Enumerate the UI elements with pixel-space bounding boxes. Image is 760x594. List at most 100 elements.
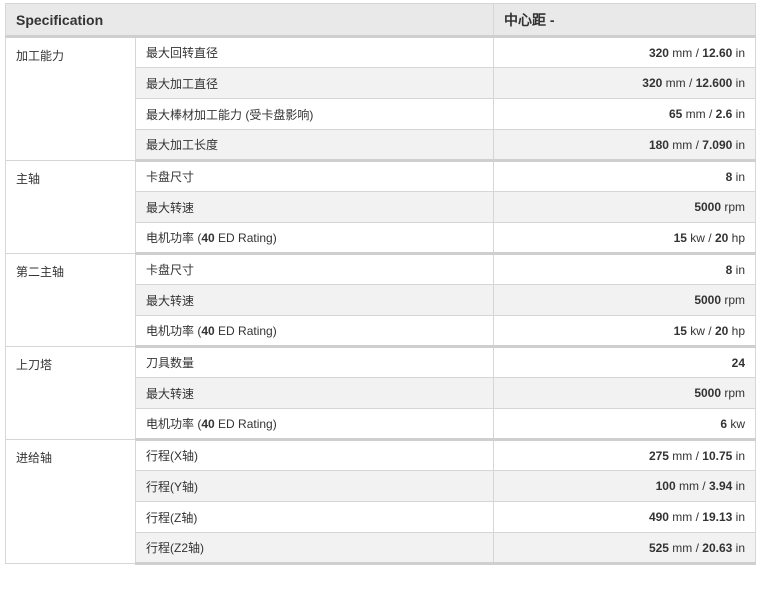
spec-value: 490 mm / 19.13 in [493, 501, 757, 533]
value-unit: mm / [682, 107, 716, 121]
spec-name: 最大转速 [134, 377, 495, 409]
spec-value: 15 kw / 20 hp [493, 315, 757, 348]
spec-name: 最大回转直径 [134, 36, 495, 68]
value-number: 2.6 [715, 107, 733, 121]
table-row: 进给轴 行程(X轴) 275 mm / 10.75 in [5, 439, 757, 564]
spec-name: 电机功率 (40 ED Rating) [134, 222, 495, 255]
spec-name-text: ED Rating) [214, 417, 277, 431]
value-unit: mm / [668, 448, 703, 463]
value-unit: kw [727, 416, 746, 431]
value-unit: kw / [686, 230, 715, 245]
value-unit: kw / [686, 323, 715, 338]
value-number: 275 [648, 448, 669, 463]
spec-value: 8 in [493, 253, 757, 285]
value-number: 7.090 [702, 137, 733, 152]
spec-name: 最大加工直径 [134, 67, 495, 99]
center-distance-header: 中心距 - [493, 3, 757, 38]
spec-name: 最大加工长度 [134, 129, 495, 162]
value-unit: in [732, 540, 746, 555]
value-number: 5000 [694, 293, 722, 307]
value-number: 180 [648, 137, 669, 152]
group-label: 主轴 [5, 160, 136, 254]
value-number: 5000 [694, 200, 722, 214]
spec-value: 180 mm / 7.090 in [493, 129, 757, 162]
value-number: 490 [648, 510, 669, 524]
spec-value: 525 mm / 20.63 in [493, 532, 757, 565]
spec-name: 行程(Z轴) [134, 501, 495, 533]
spec-name-text: ED Rating) [214, 324, 277, 338]
value-number: 12.60 [702, 45, 733, 60]
spec-name: 电机功率 (40 ED Rating) [134, 315, 495, 348]
value-unit: mm / [675, 479, 709, 493]
specification-table: Specification 中心距 - 加工能力 最大回转直径 320 mm / 1… [4, 3, 757, 565]
value-unit: hp [728, 323, 746, 338]
spec-name-number: 40 [201, 231, 215, 245]
spec-name-text: 电机功率 ( [146, 417, 202, 431]
spec-name-text: 电机功率 ( [146, 324, 202, 338]
spec-body: 加工能力 最大回转直径 320 mm / 12.60 in 最大加工直径 320 mm … [5, 36, 757, 565]
spec-header: Specification [4, 3, 495, 38]
spec-value: 65 mm / 2.6 in [493, 98, 757, 130]
group-label: 上刀塔 [5, 346, 136, 440]
value-unit: mm / [668, 540, 703, 555]
value-number: 20 [714, 230, 729, 245]
value-number: 100 [655, 479, 676, 493]
value-number: 5000 [694, 386, 722, 400]
spec-value: 320 mm / 12.60 in [493, 36, 757, 68]
value-number: 525 [648, 540, 669, 555]
value-unit: hp [728, 230, 746, 245]
value-unit: mm / [668, 137, 703, 152]
value-number: 6 [720, 416, 728, 431]
value-unit: in [732, 262, 746, 277]
value-unit: in [732, 510, 746, 524]
value-number: 19.13 [702, 510, 733, 524]
value-unit: in [732, 448, 746, 463]
value-number: 20.63 [702, 540, 733, 555]
spec-name-number: 40 [201, 417, 215, 431]
spec-name: 最大棒材加工能力 (受卡盘影响) [134, 98, 495, 130]
spec-value: 5000 rpm [493, 191, 757, 223]
value-unit: in [732, 76, 746, 90]
value-unit: mm / [668, 510, 703, 524]
spec-name: 最大转速 [134, 191, 495, 223]
spec-value: 5000 rpm [493, 377, 757, 409]
value-number: 10.75 [702, 448, 733, 463]
value-unit: in [732, 479, 746, 493]
spec-value: 15 kw / 20 hp [493, 222, 757, 255]
value-unit: rpm [721, 293, 746, 307]
group-label: 进给轴 [5, 439, 136, 564]
value-unit: in [732, 107, 746, 121]
spec-value: 6 kw [493, 408, 757, 441]
spec-name: 卡盘尺寸 [134, 253, 495, 285]
table-row: 主轴 卡盘尺寸 8 in [5, 160, 757, 254]
value-unit: mm / [668, 45, 703, 60]
value-unit: in [732, 45, 746, 60]
spec-name: 刀具数量 [134, 346, 495, 378]
spec-value: 275 mm / 10.75 in [493, 439, 757, 471]
table-row: 加工能力 最大回转直径 320 mm / 12.60 in [5, 36, 757, 161]
value-unit: in [732, 169, 746, 184]
value-number: 320 [648, 45, 669, 60]
value-unit: rpm [721, 386, 746, 400]
spec-name: 卡盘尺寸 [134, 160, 495, 192]
spec-value: 5000 rpm [493, 284, 757, 316]
value-number: 20 [714, 323, 729, 338]
table-row: 第二主轴 卡盘尺寸 8 in [5, 253, 757, 347]
value-number: 24 [731, 355, 746, 370]
value-unit: mm / [662, 76, 696, 90]
value-unit: in [732, 137, 746, 152]
spec-value: 320 mm / 12.600 in [493, 67, 757, 99]
spec-name: 电机功率 (40 ED Rating) [134, 408, 495, 441]
value-number: 320 [642, 76, 663, 90]
spec-name-number: 40 [201, 324, 215, 338]
header-row: Specification 中心距 - [4, 3, 757, 38]
spec-value: 8 in [493, 160, 757, 192]
spec-name-text: 电机功率 ( [146, 231, 202, 245]
value-number: 3.94 [708, 479, 733, 493]
value-unit: rpm [721, 200, 746, 214]
group-label: 加工能力 [5, 36, 136, 161]
spec-value: 24 [493, 346, 757, 378]
spec-name: 行程(Y轴) [134, 470, 495, 502]
value-number: 15 [673, 323, 687, 338]
spec-name: 行程(X轴) [134, 439, 495, 471]
